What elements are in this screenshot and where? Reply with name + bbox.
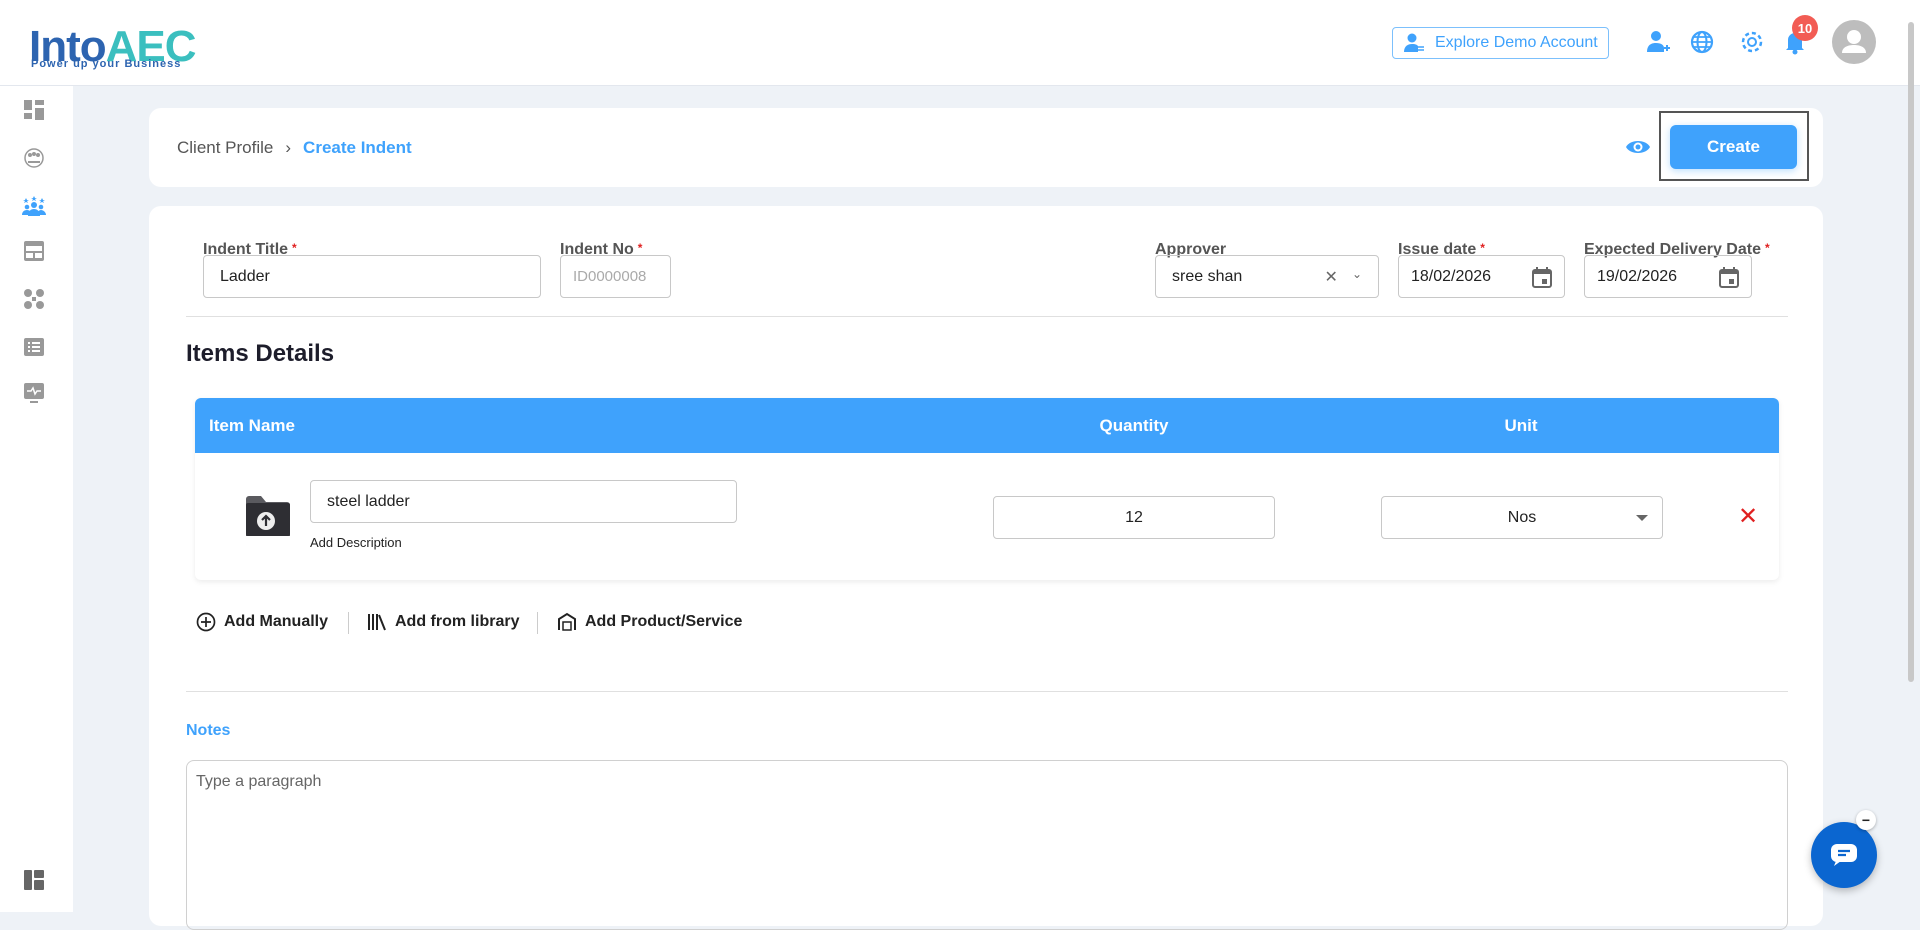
top-header: IntoAEC Power up your Business Explore D…	[0, 0, 1920, 86]
divider	[186, 691, 1788, 692]
sidebar-toggle-button[interactable]	[22, 868, 46, 892]
quantity-input[interactable]: 12	[993, 496, 1275, 539]
add-from-library-button[interactable]: Add from library	[367, 612, 519, 632]
minus-icon: −	[1861, 812, 1871, 828]
globe-icon[interactable]	[1688, 28, 1716, 56]
logo[interactable]: IntoAEC Power up your Business	[29, 8, 199, 74]
sidebar-item-list[interactable]	[22, 335, 46, 359]
add-description-link[interactable]: Add Description	[310, 535, 402, 550]
settings-gear-icon[interactable]	[1738, 28, 1766, 56]
table-row: steel ladder Add Description 12 Nos ✕	[195, 453, 1779, 580]
dropdown-caret-icon	[1636, 515, 1648, 521]
column-header-item-name: Item Name	[209, 416, 295, 435]
issue-date-input[interactable]: 18/02/2026	[1398, 255, 1565, 298]
calendar-icon[interactable]	[1532, 266, 1552, 288]
minimize-chat-button[interactable]: −	[1856, 810, 1876, 830]
warehouse-icon	[558, 612, 576, 631]
sidebar-item-team[interactable]	[22, 194, 46, 218]
items-table: Item Name Quantity Unit steel ladder Add…	[195, 398, 1779, 580]
user-avatar-icon	[1842, 30, 1866, 53]
preview-eye-icon[interactable]	[1625, 137, 1651, 157]
indent-title-input[interactable]: Ladder	[203, 255, 541, 298]
sidebar	[0, 86, 73, 912]
breadcrumb-bar: Client Profile › Create Indent Create	[149, 108, 1823, 187]
window-layout-icon	[24, 241, 44, 261]
dashboard-icon	[24, 100, 44, 120]
chat-widget-button[interactable]	[1811, 822, 1877, 888]
calendar-icon[interactable]	[1719, 266, 1739, 288]
explore-demo-account-button[interactable]: Explore Demo Account	[1392, 27, 1609, 59]
divider	[348, 612, 349, 634]
notes-label: Notes	[186, 722, 231, 739]
network-icon	[24, 289, 44, 309]
column-header-quantity: Quantity	[1099, 416, 1169, 435]
chevron-right-icon: ›	[285, 138, 292, 157]
divider	[537, 612, 538, 634]
breadcrumb: Client Profile › Create Indent	[177, 138, 412, 158]
sidebar-item-dashboard[interactable]	[22, 98, 46, 122]
scrollbar[interactable]	[1908, 22, 1914, 682]
indent-no-input[interactable]: ID0000008	[560, 255, 671, 298]
plus-circle-icon	[196, 612, 216, 632]
delete-row-icon[interactable]: ✕	[1738, 502, 1758, 531]
expected-delivery-input[interactable]: 19/02/2026	[1584, 255, 1752, 298]
divider	[186, 316, 1788, 317]
folder-upload-icon[interactable]	[245, 493, 291, 539]
sidebar-item-monitor[interactable]	[22, 381, 46, 405]
notification-badge: 10	[1792, 15, 1818, 41]
notes-textarea[interactable]: Type a paragraph	[186, 760, 1788, 930]
sidebar-item-network[interactable]	[22, 287, 46, 311]
table-header: Item Name Quantity Unit	[195, 398, 1779, 453]
monitor-activity-icon	[24, 383, 44, 403]
create-button[interactable]: Create	[1670, 125, 1797, 169]
add-product-service-button[interactable]: Add Product/Service	[557, 612, 742, 632]
add-manually-button[interactable]: Add Manually	[196, 612, 328, 632]
unit-select[interactable]: Nos	[1381, 496, 1663, 539]
chat-bubble-icon	[1831, 844, 1857, 866]
breadcrumb-current: Create Indent	[303, 138, 412, 157]
breadcrumb-client-profile[interactable]: Client Profile	[177, 138, 273, 158]
clear-icon[interactable]: ✕	[1325, 267, 1338, 287]
sidebar-item-clients[interactable]	[22, 146, 46, 170]
column-header-unit: Unit	[1504, 416, 1538, 435]
team-icon	[22, 196, 46, 216]
avatar[interactable]	[1832, 20, 1876, 64]
library-books-icon	[368, 614, 386, 631]
add-user-icon[interactable]	[1644, 28, 1672, 56]
panel-layout-icon	[24, 870, 44, 890]
handshake-team-icon	[24, 148, 44, 168]
chevron-down-icon: ⌄	[1351, 266, 1362, 281]
sidebar-item-layout[interactable]	[22, 239, 46, 263]
list-document-icon	[24, 338, 44, 356]
user-switch-icon	[1404, 33, 1424, 52]
item-name-input[interactable]: steel ladder	[310, 480, 737, 523]
approver-select[interactable]: sree shan ✕ ⌄	[1155, 255, 1379, 298]
items-details-heading: Items Details	[186, 340, 335, 367]
